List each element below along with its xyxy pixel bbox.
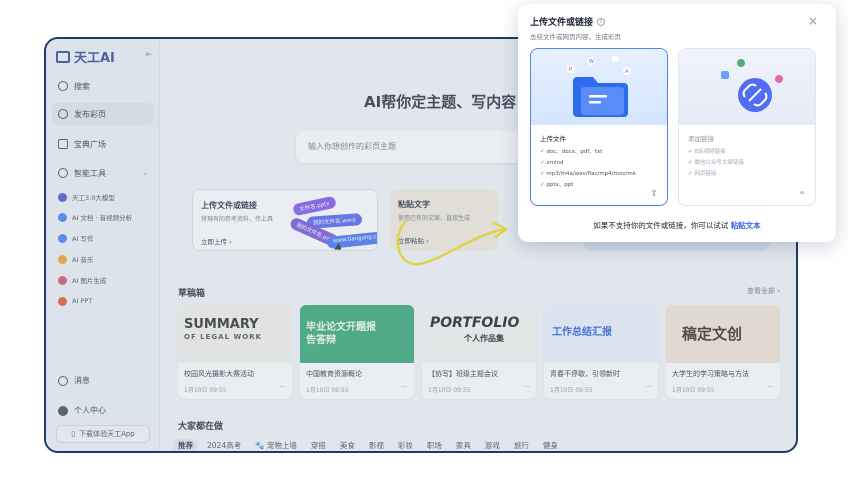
chain-link-icon: ⚭ xyxy=(798,189,806,199)
paste-text-link[interactable]: 粘贴文本 xyxy=(731,221,761,230)
option-heading: 上传文件 xyxy=(540,135,566,143)
add-link-option[interactable]: 添加链接 B站视频链接 微信公众号文章链接 网页链接 ⚭ xyxy=(678,48,816,206)
link-type-item: 微信公众号文章链接 xyxy=(688,158,744,169)
folder-illustration: P W A xyxy=(531,49,667,125)
note-text: 如果不支持你的文件或链接，你可以试试 xyxy=(593,221,729,230)
link-illustration xyxy=(679,49,815,125)
popup-title: 上传文件或链接 i xyxy=(530,15,606,28)
supported-links-list: B站视频链接 微信公众号文章链接 网页链接 xyxy=(688,147,744,180)
close-icon[interactable]: × xyxy=(808,14,818,28)
svg-text:P: P xyxy=(569,67,572,73)
link-icon xyxy=(721,59,783,112)
format-item: doc、docx、pdf、txt xyxy=(540,147,636,158)
upload-file-option[interactable]: P W A 上传文件 doc、docx、pdf、txt xmind mp3/m4… xyxy=(530,48,668,206)
svg-text:A: A xyxy=(625,69,629,75)
share-icon: ⇪ xyxy=(650,189,658,199)
upload-popup: 上传文件或链接i 总结文件或网页内容，生成彩页 × P W A 上传文件 doc… xyxy=(518,4,836,242)
format-item: mp3/m4a/wav/flac/mp4/mov/mk xyxy=(540,169,636,180)
link-type-item: B站视频链接 xyxy=(688,147,744,158)
popup-title-text: 上传文件或链接 xyxy=(530,18,594,28)
option-heading: 添加链接 xyxy=(688,135,714,143)
link-type-item: 网页链接 xyxy=(688,169,744,180)
svg-text:W: W xyxy=(589,59,594,65)
supported-formats-list: doc、docx、pdf、txt xmind mp3/m4a/wav/flac/… xyxy=(540,147,636,191)
format-item: xmind xyxy=(540,158,636,169)
popup-subtitle: 总结文件或网页内容，生成彩页 xyxy=(530,33,621,41)
format-item: pptx、ppt xyxy=(540,180,636,191)
info-icon[interactable]: i xyxy=(597,17,606,26)
fallback-note: 如果不支持你的文件或链接，你可以试试 粘贴文本 xyxy=(518,220,836,231)
folder-icon: P W A xyxy=(567,55,631,117)
